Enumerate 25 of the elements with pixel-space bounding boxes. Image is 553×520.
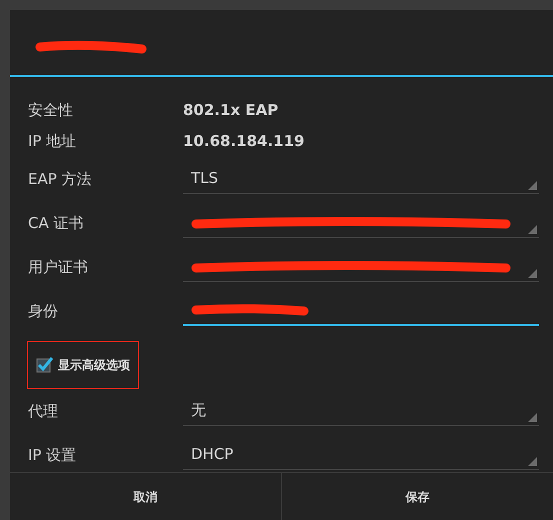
- field-value: 10.68.184.119: [183, 131, 304, 152]
- checkbox-option[interactable]: 显示高级选项: [27, 341, 139, 389]
- field-label: 用户证书: [28, 256, 89, 278]
- field-label: IP 设置: [28, 444, 78, 466]
- dropdown-field[interactable]: TLS: [183, 164, 539, 194]
- field-label: 安全性: [28, 100, 74, 122]
- dropdown-corner-icon: [528, 269, 537, 278]
- field-label: IP 地址: [28, 131, 78, 152]
- field-label: EAP 方法: [28, 168, 93, 190]
- dialog-button[interactable]: 取消: [10, 473, 281, 520]
- dropdown-corner-icon: [528, 413, 537, 422]
- field-label: CA 证书: [28, 212, 85, 234]
- selected-value: 无: [191, 400, 206, 422]
- checkbox[interactable]: [36, 356, 54, 374]
- field-value: 802.1x EAP: [183, 100, 278, 122]
- field-label: 身份: [28, 300, 59, 322]
- dropdown-field[interactable]: 无: [183, 396, 539, 426]
- dialog-button[interactable]: 保存: [281, 473, 553, 520]
- selected-value: DHCP: [191, 444, 234, 466]
- field-label: 代理: [28, 400, 59, 422]
- selected-value: TLS: [191, 168, 218, 190]
- dropdown-field[interactable]: DHCP: [183, 440, 539, 470]
- dropdown-corner-icon: [528, 225, 537, 234]
- dropdown-corner-icon: [528, 181, 537, 190]
- dropdown-corner-icon: [528, 457, 537, 466]
